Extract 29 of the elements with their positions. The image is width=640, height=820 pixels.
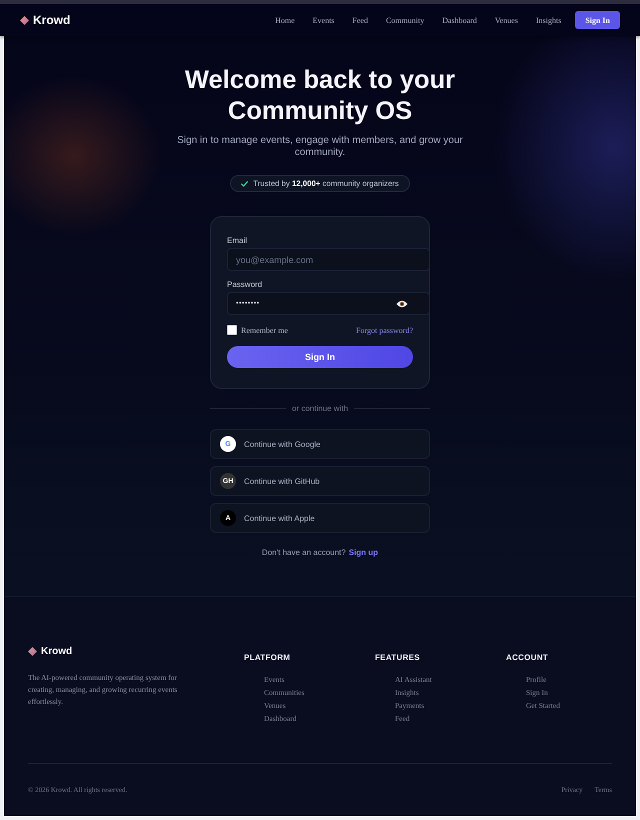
nav-link[interactable]: Home	[275, 16, 295, 24]
footer-column-heading: ACCOUNT	[506, 653, 548, 663]
submit-button[interactable]: Sign In	[227, 346, 413, 368]
remember-label[interactable]: Remember me	[241, 326, 288, 334]
nav-link[interactable]: Dashboard	[442, 16, 477, 24]
nav-link[interactable]: Feed	[352, 16, 368, 24]
nav-link[interactable]: Venues	[494, 16, 518, 24]
footer-brand-name[interactable]: Krowd	[41, 646, 72, 656]
page-subtitle: Sign in to manage events, engage with members, and grow your community.	[176, 135, 464, 158]
remember-checkbox[interactable]	[227, 325, 237, 335]
nav-link[interactable]: Community	[386, 16, 424, 24]
forgot-password-link[interactable]: Forgot password?	[356, 326, 413, 334]
footer-column-heading: FEATURES	[375, 653, 420, 663]
signup-prompt: Don't have an account?	[262, 548, 346, 558]
signup-link[interactable]: Sign up	[348, 548, 378, 558]
check-icon	[241, 180, 248, 186]
footer-column-heading: PLATFORM	[244, 653, 290, 663]
field-label: Email	[227, 236, 248, 246]
diamond-icon	[20, 16, 29, 24]
nav-link[interactable]: Events	[312, 16, 334, 24]
divider-text: or continue with	[290, 404, 350, 412]
brand-name[interactable]: Krowd	[33, 13, 70, 27]
diamond-icon	[28, 646, 37, 656]
email-field[interactable]: you@example.com	[227, 248, 430, 271]
sign-in-button[interactable]: Sign In	[575, 11, 620, 29]
nav-link[interactable]: Insights	[536, 16, 562, 24]
field-label: Password	[227, 280, 262, 290]
eye-icon[interactable]	[396, 300, 408, 308]
page-heading: Welcome back to your Community OS	[184, 65, 456, 127]
